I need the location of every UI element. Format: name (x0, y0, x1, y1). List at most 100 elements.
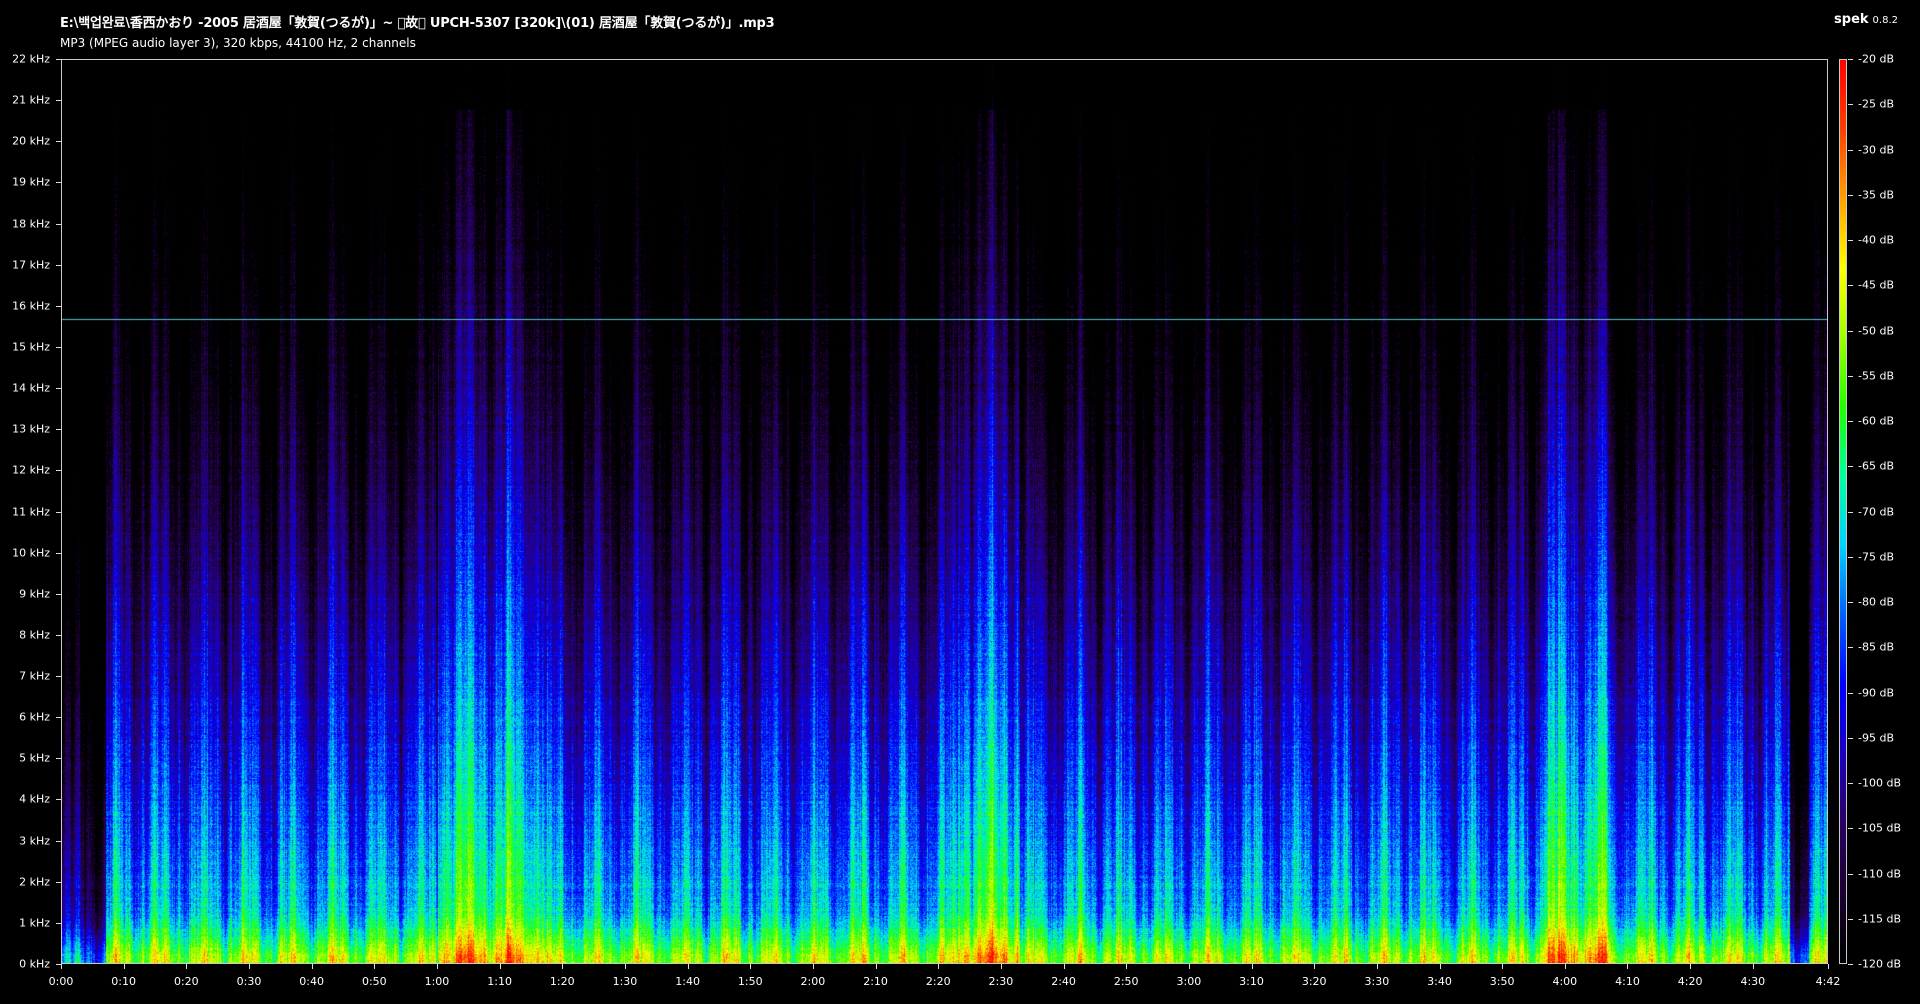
db-tick-mark (1848, 195, 1853, 196)
time-tick-mark (186, 964, 187, 969)
frequency-tick-mark (56, 553, 61, 554)
time-tick-label: 0:40 (299, 975, 324, 988)
time-tick-label: 3:20 (1301, 975, 1327, 988)
db-tick-label: -65 dB (1858, 459, 1894, 473)
frequency-tick-label: 10 kHz (12, 546, 50, 560)
time-tick-label: 0:00 (48, 975, 74, 988)
time-tick-label: 3:00 (1176, 975, 1202, 988)
time-tick-label: 4:00 (1552, 975, 1578, 988)
frequency-tick-label: 15 kHz (12, 340, 50, 354)
time-tick-mark (437, 964, 438, 969)
db-tick-label: -55 dB (1858, 369, 1894, 383)
db-tick-label: -105 dB (1858, 821, 1901, 835)
frequency-tick-label: 3 kHz (19, 834, 50, 848)
frequency-tick-label: 2 kHz (19, 875, 50, 889)
time-tick-label: 1:30 (612, 975, 638, 988)
time-tick-mark (1126, 964, 1127, 969)
db-tick-label: -110 dB (1858, 867, 1901, 880)
db-tick-label: -45 dB (1858, 278, 1894, 292)
time-tick-mark (61, 964, 62, 969)
frequency-tick-mark (56, 429, 61, 430)
time-tick-label: 2:00 (800, 975, 826, 988)
db-tick-mark (1848, 285, 1853, 286)
db-tick-mark (1848, 647, 1853, 648)
time-tick-label: 1:20 (549, 975, 575, 988)
time-tick-mark (249, 964, 250, 969)
time-tick-label: 3:50 (1489, 975, 1515, 988)
time-tick-label: 3:40 (1427, 975, 1452, 988)
time-tick-label: 0:50 (361, 975, 387, 988)
db-tick-label: -50 dB (1858, 324, 1894, 337)
frequency-tick-label: 19 kHz (12, 175, 50, 189)
time-tick-label: 2:40 (1051, 975, 1076, 988)
frequency-tick-label: 13 kHz (12, 422, 50, 436)
frequency-tick-mark (56, 388, 61, 389)
spectrogram-plot (61, 59, 1828, 964)
db-tick-mark (1848, 376, 1853, 377)
frequency-tick-mark (56, 841, 61, 842)
db-tick-mark (1848, 421, 1853, 422)
time-tick-mark (876, 964, 877, 969)
time-tick-label: 1:50 (737, 975, 763, 988)
time-tick-mark (562, 964, 563, 969)
frequency-tick-label: 1 kHz (19, 916, 50, 930)
time-tick-label: 2:20 (925, 975, 951, 988)
frequency-tick-label: 17 kHz (12, 258, 50, 272)
time-tick-mark (625, 964, 626, 969)
frequency-tick-label: 8 kHz (19, 628, 50, 642)
frequency-tick-label: 20 kHz (12, 134, 50, 148)
frequency-tick-label: 11 kHz (12, 505, 50, 518)
db-tick-mark (1848, 59, 1853, 60)
frequency-tick-label: 16 kHz (12, 299, 50, 313)
frequency-tick-label: 12 kHz (12, 463, 50, 477)
app-brand: spek 0.8.2 (1834, 12, 1898, 27)
db-tick-label: -120 dB (1858, 957, 1901, 971)
db-tick-label: -40 dB (1858, 233, 1894, 247)
time-tick-mark (1502, 964, 1503, 969)
time-tick-mark (750, 964, 751, 969)
db-tick-label: -35 dB (1858, 188, 1894, 202)
time-tick-mark (938, 964, 939, 969)
app-version: 0.8.2 (1872, 15, 1898, 26)
frequency-tick-mark (56, 347, 61, 348)
time-tick-mark (1440, 964, 1441, 969)
time-tick-mark (1189, 964, 1190, 969)
frequency-tick-mark (56, 676, 61, 677)
db-tick-label: -90 dB (1858, 686, 1894, 699)
db-tick-mark (1848, 783, 1853, 784)
frequency-tick-mark (56, 182, 61, 183)
frequency-tick-mark (56, 717, 61, 718)
frequency-tick-mark (56, 882, 61, 883)
time-tick-label: 1:40 (675, 975, 700, 988)
frequency-tick-mark (56, 594, 61, 595)
time-tick-mark (374, 964, 375, 969)
time-tick-label: 2:10 (863, 975, 888, 988)
time-tick-label: 2:50 (1113, 975, 1139, 988)
time-tick-mark (1753, 964, 1754, 969)
time-tick-mark (1314, 964, 1315, 969)
frequency-tick-mark (56, 758, 61, 759)
time-tick-mark (688, 964, 689, 969)
db-tick-label: -75 dB (1858, 550, 1894, 564)
db-tick-label: -30 dB (1858, 143, 1894, 156)
frequency-tick-label: 9 kHz (19, 587, 50, 601)
time-tick-label: 0:10 (111, 975, 137, 988)
frequency-tick-mark (56, 635, 61, 636)
db-tick-mark (1848, 874, 1853, 875)
time-tick-label: 4:30 (1740, 975, 1766, 988)
db-tick-label: -100 dB (1858, 776, 1901, 790)
time-tick-label: 1:00 (424, 975, 450, 988)
time-tick-label: 0:30 (236, 975, 262, 988)
time-tick-label: 0:20 (173, 975, 199, 988)
spectrogram-image (62, 60, 1827, 963)
frequency-tick-mark (56, 141, 61, 142)
frequency-tick-label: 0 kHz (19, 957, 50, 971)
db-tick-label: -85 dB (1858, 640, 1894, 654)
frequency-tick-mark (56, 265, 61, 266)
frequency-tick-label: 4 kHz (19, 792, 50, 806)
frequency-tick-mark (56, 923, 61, 924)
time-tick-mark (500, 964, 501, 969)
frequency-tick-label: 21 kHz (12, 93, 50, 107)
time-tick-label: 1:10 (487, 975, 512, 988)
db-tick-mark (1848, 512, 1853, 513)
